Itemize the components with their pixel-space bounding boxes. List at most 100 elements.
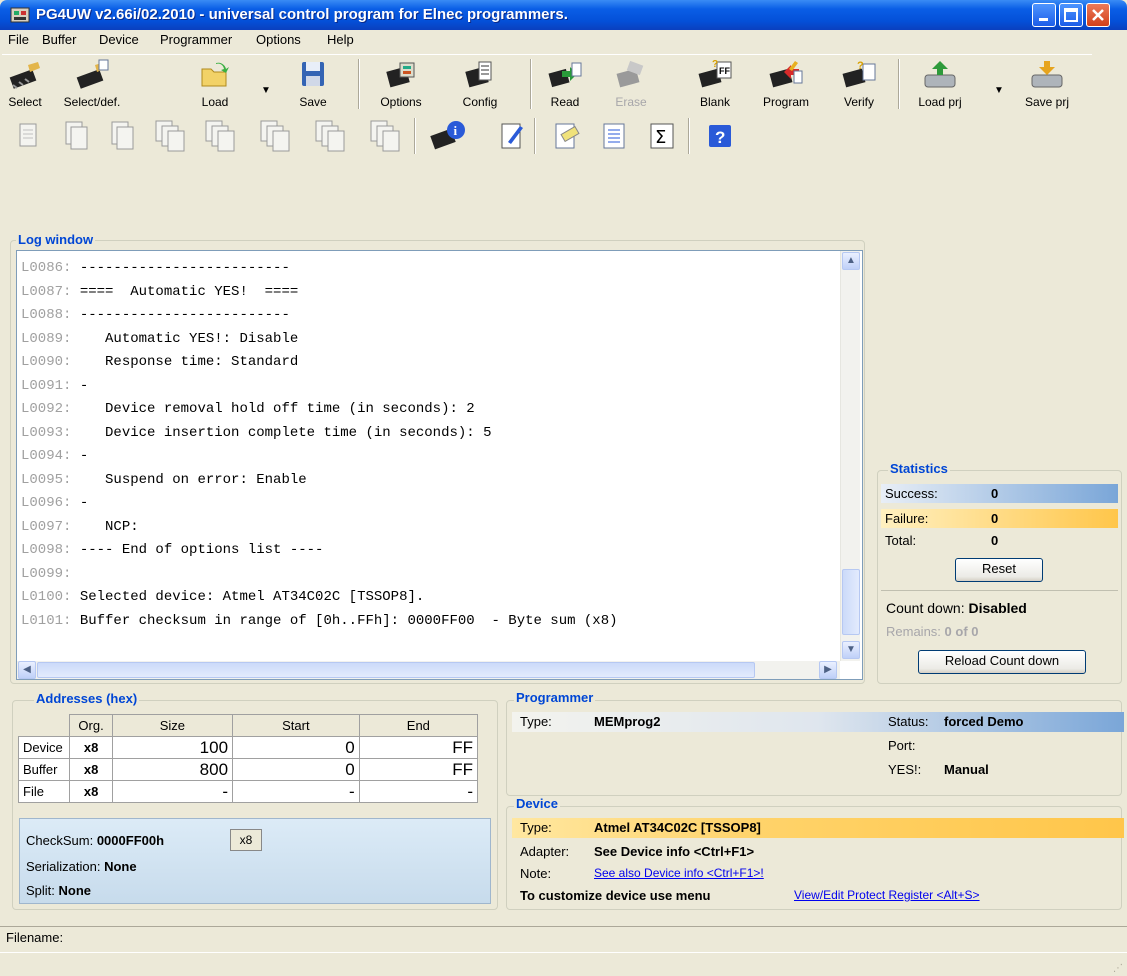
resize-grip-icon[interactable]: ⋰ bbox=[1113, 963, 1123, 974]
log-line-number: L0089: bbox=[21, 330, 72, 347]
log-line-number: L0101: bbox=[21, 612, 72, 629]
select-def-button[interactable]: Select/def. bbox=[50, 55, 134, 113]
window-title: PG4UW v2.66i/02.2010 - universal control… bbox=[36, 6, 568, 23]
cell-org: x8 bbox=[69, 736, 113, 759]
minimize-button[interactable] bbox=[1032, 3, 1056, 27]
log-vertical-scrollbar[interactable]: ▲ ▼ bbox=[840, 251, 860, 661]
statusbar-separator bbox=[0, 926, 1127, 927]
reload-countdown-button[interactable]: Reload Count down bbox=[918, 650, 1086, 674]
close-button[interactable] bbox=[1086, 3, 1110, 27]
protect-register-link[interactable]: View/Edit Protect Register <Alt+S> bbox=[794, 888, 980, 902]
load-dropdown-arrow-icon[interactable]: ▼ bbox=[261, 85, 271, 96]
log-line-text: NCP: bbox=[71, 518, 139, 535]
document-pair-icon[interactable] bbox=[60, 118, 92, 154]
scroll-left-button[interactable]: ◀ bbox=[18, 661, 36, 679]
cell-start[interactable]: - bbox=[232, 780, 360, 803]
options-button[interactable]: Options bbox=[368, 55, 434, 113]
document-stack-icon[interactable] bbox=[367, 118, 407, 154]
cell-size[interactable]: - bbox=[111, 780, 234, 803]
program-button[interactable]: Program bbox=[754, 55, 818, 113]
erase-button[interactable]: Erase bbox=[604, 55, 658, 113]
title-bar[interactable]: PG4UW v2.66i/02.2010 - universal control… bbox=[0, 0, 1127, 30]
device-type-value: Atmel AT34C02C [TSSOP8] bbox=[594, 820, 761, 835]
scroll-right-button[interactable]: ▶ bbox=[819, 661, 837, 679]
remains-row: Remains: 0 of 0 bbox=[886, 624, 979, 639]
document-stack-icon[interactable] bbox=[152, 118, 192, 154]
vertical-scroll-thumb[interactable] bbox=[842, 569, 860, 635]
log-line-number: L0095: bbox=[21, 471, 72, 488]
document-stack-icon[interactable] bbox=[202, 118, 242, 154]
serialization-row: Serialization: None bbox=[26, 859, 137, 874]
chip-program-icon bbox=[769, 59, 803, 91]
split-row: Split: None bbox=[26, 883, 91, 898]
document-stack-icon[interactable] bbox=[257, 118, 297, 154]
horizontal-scroll-thumb[interactable] bbox=[37, 662, 755, 678]
log-line: L0095: Suspend on error: Enable bbox=[21, 469, 841, 493]
cell-end[interactable]: FF bbox=[358, 736, 479, 759]
log-line: L0096: - bbox=[21, 492, 841, 516]
help-icon[interactable]: ? bbox=[704, 118, 736, 154]
checksum-label: CheckSum: bbox=[26, 833, 94, 848]
menu-buffer[interactable]: Buffer bbox=[42, 32, 76, 47]
menu-help[interactable]: Help bbox=[327, 32, 354, 47]
success-label: Success: bbox=[885, 486, 938, 501]
filename-label: Filename: bbox=[6, 930, 64, 945]
log-line: L0094: - bbox=[21, 445, 841, 469]
log-line: L0092: Device removal hold off time (in … bbox=[21, 398, 841, 422]
log-line-text: ==== Automatic YES! ==== bbox=[71, 283, 299, 300]
blank-button[interactable]: FF? Blank bbox=[688, 55, 742, 113]
log-window[interactable]: L0086: ------------------------- L0087: =… bbox=[16, 250, 863, 680]
cell-start[interactable]: 0 bbox=[232, 736, 360, 759]
read-label: Read bbox=[550, 95, 580, 109]
table-row: Device x8 100 0 FF bbox=[17, 736, 479, 759]
load-button[interactable]: Load bbox=[192, 55, 238, 113]
reset-button[interactable]: Reset bbox=[955, 558, 1043, 582]
menu-device[interactable]: Device bbox=[99, 32, 139, 47]
countdown-value: Disabled bbox=[968, 600, 1027, 616]
log-horizontal-scrollbar[interactable]: ◀ ▶ bbox=[17, 661, 840, 679]
save-prj-button[interactable]: Save prj bbox=[1012, 55, 1082, 113]
menu-programmer[interactable]: Programmer bbox=[160, 32, 232, 47]
scroll-up-button[interactable]: ▲ bbox=[842, 252, 860, 270]
chip-blank-icon: FF? bbox=[698, 59, 732, 91]
document-pair-icon[interactable] bbox=[106, 118, 138, 154]
cell-size[interactable]: 800 bbox=[111, 758, 234, 781]
save-button[interactable]: Save bbox=[290, 55, 336, 113]
menu-file[interactable]: File bbox=[8, 32, 29, 47]
read-button[interactable]: Read bbox=[538, 55, 592, 113]
cell-end[interactable]: - bbox=[358, 780, 479, 803]
select-button[interactable]: Select bbox=[2, 55, 48, 113]
menu-options[interactable]: Options bbox=[256, 32, 301, 47]
log-line-text: Automatic YES!: Disable bbox=[71, 330, 299, 347]
total-label: Total: bbox=[885, 533, 917, 548]
scroll-down-button[interactable]: ▼ bbox=[842, 641, 860, 659]
app-icon bbox=[10, 6, 30, 24]
text-document-icon[interactable] bbox=[598, 118, 630, 154]
log-line: L0087: ==== Automatic YES! ==== bbox=[21, 281, 841, 305]
device-info-icon[interactable]: i bbox=[430, 118, 470, 154]
help-glyph: ? bbox=[715, 128, 725, 147]
drive-save-icon bbox=[1030, 59, 1064, 91]
log-line-number: L0092: bbox=[21, 401, 72, 417]
log-line: L0101: Buffer checksum in range of [0h..… bbox=[21, 610, 841, 634]
verify-button[interactable]: ? Verify bbox=[832, 55, 886, 113]
total-row: Total: 0 bbox=[881, 531, 1118, 550]
device-info-link[interactable]: See also Device info <Ctrl+F1>! bbox=[594, 866, 764, 880]
edit-notepad-icon[interactable] bbox=[496, 118, 528, 154]
erase-document-icon[interactable] bbox=[550, 118, 582, 154]
countdown-row: Count down: Disabled bbox=[886, 600, 1027, 616]
document-icon[interactable] bbox=[12, 118, 44, 154]
cell-start[interactable]: 0 bbox=[232, 758, 360, 781]
load-prj-button[interactable]: Load prj bbox=[906, 55, 974, 113]
checksum-icon[interactable]: Σ bbox=[646, 118, 678, 154]
maximize-button[interactable] bbox=[1059, 3, 1083, 27]
statistics-divider bbox=[881, 590, 1118, 591]
load-prj-dropdown-arrow-icon[interactable]: ▼ bbox=[994, 85, 1004, 96]
document-stack-icon[interactable] bbox=[312, 118, 352, 154]
split-value: None bbox=[58, 883, 92, 898]
checksum-mode-button[interactable]: x8 bbox=[230, 829, 262, 851]
cell-size[interactable]: 100 bbox=[111, 736, 234, 759]
config-button[interactable]: Config bbox=[450, 55, 510, 113]
cell-end[interactable]: FF bbox=[358, 758, 479, 781]
programmer-title: Programmer bbox=[514, 690, 596, 705]
